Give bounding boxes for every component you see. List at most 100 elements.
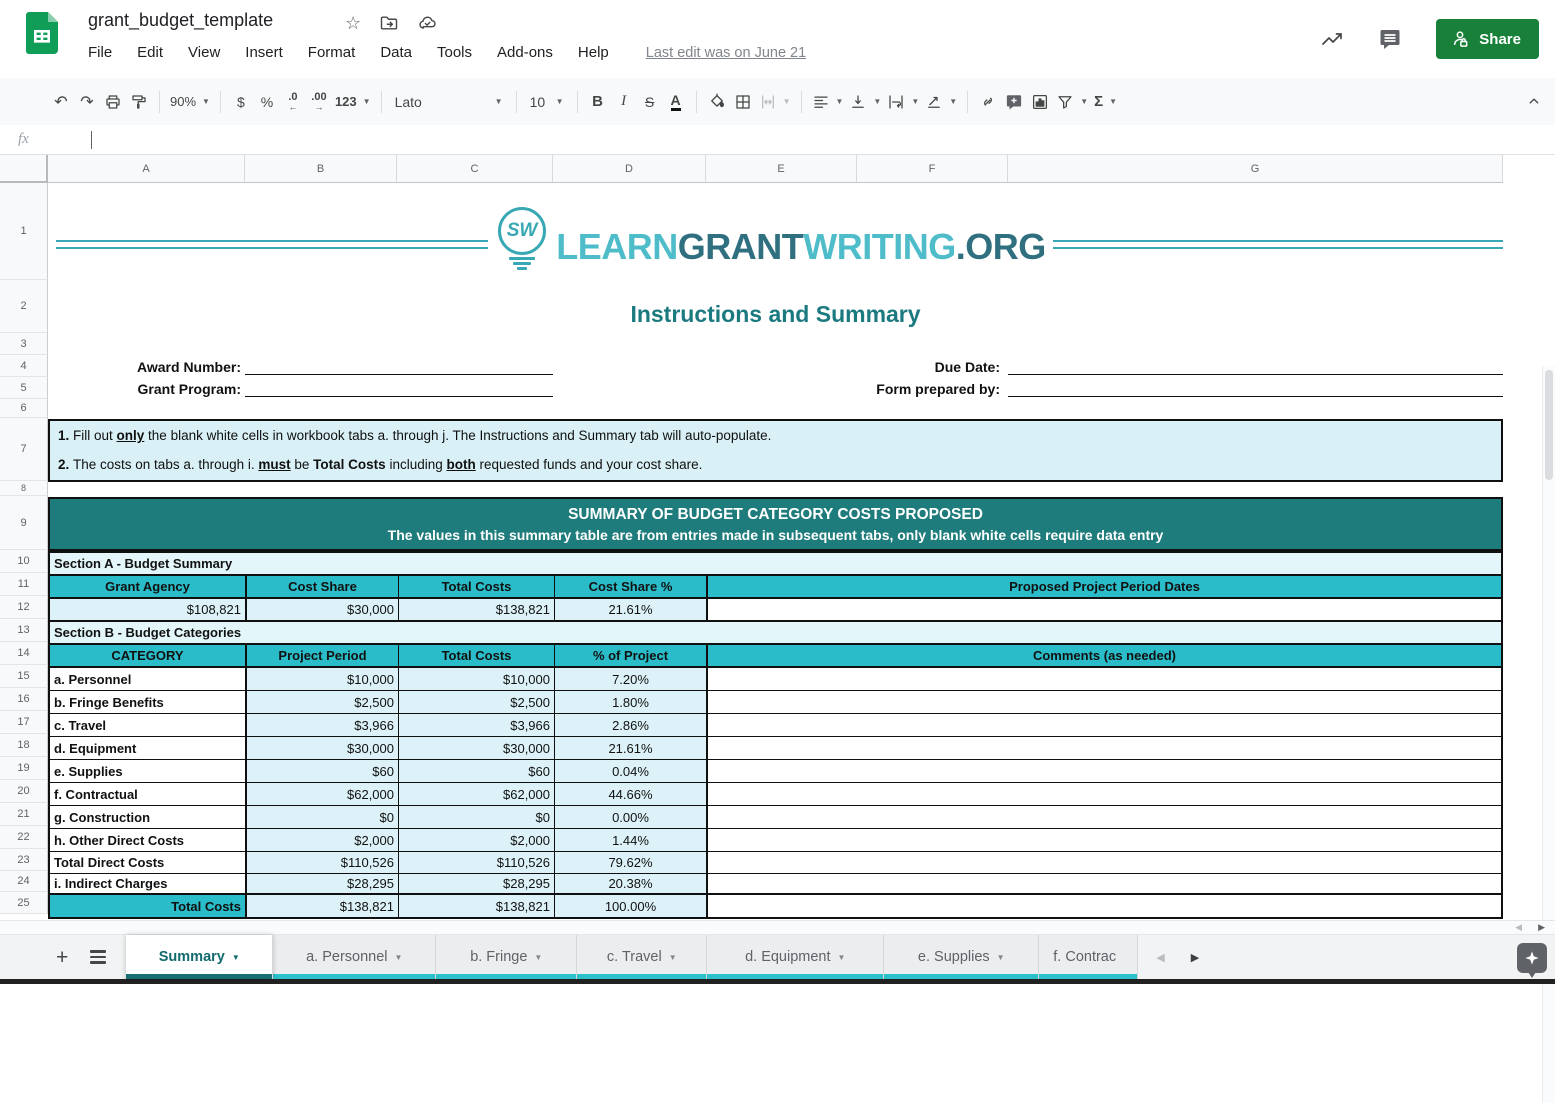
horizontal-align-button[interactable]: ▼ — [809, 89, 847, 115]
grant-program-field[interactable] — [245, 377, 553, 397]
tab-summary[interactable]: Summary▼ — [126, 935, 273, 979]
undo-button[interactable]: ↶ — [48, 89, 74, 115]
cost-share-pct-value[interactable]: 21.61% — [555, 599, 708, 620]
tab-travel[interactable]: c. Travel▼ — [577, 935, 707, 979]
comment-cell[interactable] — [708, 737, 1501, 759]
comment-cell[interactable] — [708, 714, 1501, 736]
total-costs-cell[interactable]: $60 — [399, 760, 555, 782]
tab-menu-icon[interactable]: ▼ — [232, 953, 240, 962]
header-category[interactable]: CATEGORY — [50, 645, 247, 666]
award-number-field[interactable] — [245, 355, 553, 375]
row-header[interactable]: 7 — [0, 418, 48, 481]
row-header[interactable]: 20 — [0, 780, 48, 803]
project-period-cell[interactable]: $28,295 — [247, 874, 399, 893]
tab-menu-icon[interactable]: ▼ — [997, 953, 1005, 962]
pct-cell[interactable]: 0.00% — [555, 806, 708, 828]
decrease-decimal-button[interactable]: .0← — [280, 89, 306, 115]
category-cell[interactable]: e. Supplies — [50, 760, 247, 782]
print-button[interactable] — [100, 89, 126, 115]
pct-cell[interactable]: 0.04% — [555, 760, 708, 782]
comment-cell[interactable] — [708, 668, 1501, 690]
category-cell[interactable]: Total Costs — [50, 895, 247, 917]
project-period-cell[interactable]: $138,821 — [247, 895, 399, 917]
row-header[interactable]: 18 — [0, 734, 48, 757]
row-header[interactable]: 24 — [0, 871, 48, 892]
menu-view[interactable]: View — [188, 44, 220, 61]
comment-cell[interactable] — [708, 852, 1501, 873]
format-percent-button[interactable]: % — [254, 89, 280, 115]
tab-personnel[interactable]: a. Personnel▼ — [273, 935, 436, 979]
tabs-scroll-right-icon[interactable]: ▶ — [1191, 951, 1199, 964]
tab-menu-icon[interactable]: ▼ — [534, 953, 542, 962]
header-grant-agency[interactable]: Grant Agency — [50, 576, 247, 597]
header-total-costs-b[interactable]: Total Costs — [399, 645, 555, 666]
project-period-cell[interactable]: $2,000 — [247, 829, 399, 851]
row-header[interactable]: 17 — [0, 711, 48, 734]
menu-help[interactable]: Help — [578, 44, 609, 61]
tab-contractual[interactable]: f. Contrac — [1039, 935, 1138, 979]
category-cell[interactable]: i. Indirect Charges — [50, 874, 247, 893]
due-date-field[interactable] — [1008, 355, 1503, 375]
font-size-select[interactable]: 10▼ — [524, 89, 570, 115]
row-header[interactable]: 19 — [0, 757, 48, 780]
bold-button[interactable]: B — [585, 89, 611, 115]
header-cost-share-pct[interactable]: Cost Share % — [555, 576, 708, 597]
column-header-a[interactable]: A — [48, 155, 245, 183]
column-header-c[interactable]: C — [397, 155, 553, 183]
text-color-button[interactable]: A — [663, 89, 689, 115]
project-period-cell[interactable]: $60 — [247, 760, 399, 782]
column-header-e[interactable]: E — [706, 155, 857, 183]
move-to-folder-icon[interactable] — [379, 13, 399, 33]
explore-button[interactable] — [1517, 943, 1547, 973]
total-costs-value[interactable]: $138,821 — [399, 599, 555, 620]
horizontal-scrollbar[interactable]: ◀ ▶ — [0, 920, 1555, 935]
comment-cell[interactable] — [708, 874, 1501, 893]
all-sheets-icon[interactable] — [90, 950, 106, 964]
tab-equipment[interactable]: d. Equipment▼ — [707, 935, 884, 979]
redo-button[interactable]: ↷ — [74, 89, 100, 115]
total-costs-cell[interactable]: $28,295 — [399, 874, 555, 893]
row-header[interactable]: 21 — [0, 803, 48, 826]
borders-button[interactable] — [730, 89, 756, 115]
row-header[interactable]: 2 — [0, 280, 48, 333]
text-rotation-button[interactable]: ▼ — [922, 89, 960, 115]
scroll-left-icon[interactable]: ◀ — [1515, 923, 1522, 932]
category-cell[interactable]: a. Personnel — [50, 668, 247, 690]
pct-cell[interactable]: 44.66% — [555, 783, 708, 805]
total-costs-cell[interactable]: $0 — [399, 806, 555, 828]
menu-data[interactable]: Data — [380, 44, 412, 61]
collapse-toolbar-icon[interactable] — [1525, 92, 1543, 110]
scroll-right-icon[interactable]: ▶ — [1538, 923, 1545, 932]
category-cell[interactable]: b. Fringe Benefits — [50, 691, 247, 713]
row-header[interactable]: 13 — [0, 619, 48, 642]
row-header[interactable]: 12 — [0, 596, 48, 619]
functions-button[interactable]: Σ▼ — [1091, 89, 1120, 115]
row-header[interactable]: 15 — [0, 665, 48, 688]
pct-cell[interactable]: 1.80% — [555, 691, 708, 713]
column-header-f[interactable]: F — [857, 155, 1008, 183]
paint-format-button[interactable] — [126, 89, 152, 115]
italic-button[interactable]: I — [611, 89, 637, 115]
project-period-cell[interactable]: $0 — [247, 806, 399, 828]
project-period-cell[interactable]: $2,500 — [247, 691, 399, 713]
format-currency-button[interactable]: $ — [228, 89, 254, 115]
row-header[interactable]: 11 — [0, 573, 48, 596]
insert-chart-button[interactable] — [1027, 89, 1053, 115]
row-header[interactable]: 9 — [0, 496, 48, 550]
comment-cell[interactable] — [708, 691, 1501, 713]
strikethrough-button[interactable]: S — [637, 89, 663, 115]
more-formats-button[interactable]: 123▼ — [332, 89, 374, 115]
star-icon[interactable]: ☆ — [345, 12, 361, 34]
total-costs-cell[interactable]: $3,966 — [399, 714, 555, 736]
share-button[interactable]: Share — [1436, 19, 1539, 59]
row-header[interactable]: 6 — [0, 399, 48, 418]
section-b-title[interactable]: Section B - Budget Categories — [50, 622, 1501, 645]
total-costs-cell[interactable]: $62,000 — [399, 783, 555, 805]
project-period-cell[interactable]: $3,966 — [247, 714, 399, 736]
category-cell[interactable]: f. Contractual — [50, 783, 247, 805]
total-costs-cell[interactable]: $2,500 — [399, 691, 555, 713]
comment-cell[interactable] — [708, 895, 1501, 917]
header-project-period[interactable]: Project Period — [247, 645, 399, 666]
increase-decimal-button[interactable]: .00→ — [306, 89, 332, 115]
document-title[interactable]: grant_budget_template — [88, 10, 273, 31]
